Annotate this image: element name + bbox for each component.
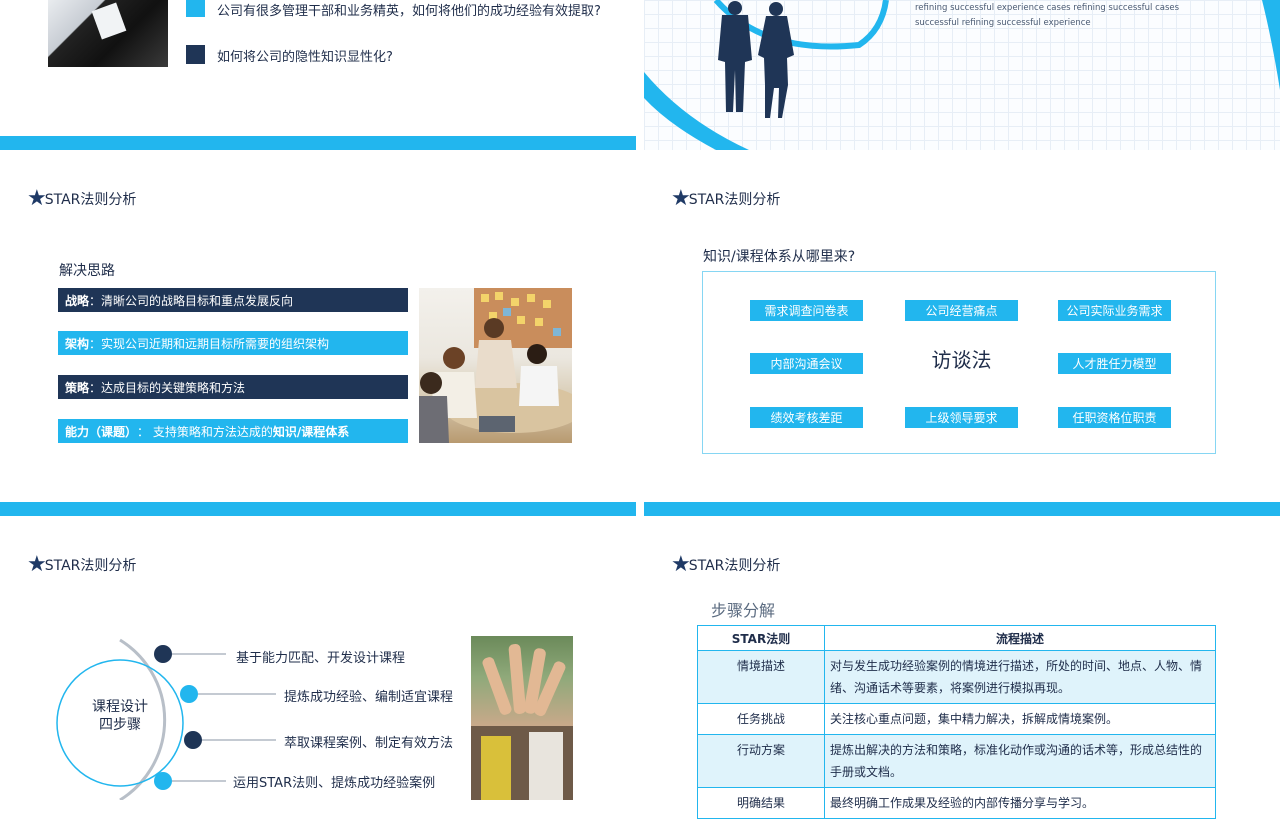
slide-2: refining successful experience cases ref…: [644, 0, 1280, 150]
table-row: 任务挑战 关注核心重点问题，集中精力解决，拆解成情境案例。: [697, 703, 1216, 735]
heading-solution: 解决思路: [59, 263, 115, 279]
step-2: 提炼成功经验、编制适宜课程: [284, 690, 454, 705]
section-title: ★ STAR法则分析: [671, 552, 781, 577]
source-internal-meeting: 内部沟通会议: [750, 353, 863, 374]
bullet-square-light: [186, 0, 205, 17]
circle-label: 课程设计 四步骤: [92, 699, 148, 733]
step-3: 萃取课程案例、制定有效方法: [284, 736, 454, 751]
table-header-row: STAR法则 流程描述: [697, 625, 1216, 651]
bar-tactics: 策略 ：达成目标的关键策略和方法: [58, 375, 408, 399]
star-method-table: STAR法则 流程描述 情境描述 对与发生成功经验案例的情境进行描述，所处的时间…: [697, 625, 1216, 819]
heading-steps: 步骤分解: [711, 601, 776, 620]
table-cell: 明确结果: [697, 787, 825, 819]
source-job-qualification: 任职资格位职责: [1058, 407, 1171, 428]
sources-box: 需求调查问卷表 公司经营痛点 公司实际业务需求 内部沟通会议 访谈法 人才胜任力…: [702, 271, 1216, 454]
question-2: 如何将公司的隐性知识显性化?: [217, 50, 393, 65]
table-cell: 任务挑战: [697, 703, 825, 735]
bullet-square-dark: [186, 45, 205, 64]
table-cell: 提炼出解决的方法和策略，标准化动作或沟通的话术等，形成总结性的手册或文档。: [824, 734, 1216, 788]
question-heading: 知识/课程体系从哪里来?: [703, 249, 856, 265]
step-4: 运用STAR法则、提炼成功经验案例: [233, 776, 436, 791]
step-dot-3: [184, 731, 202, 749]
table-row: 行动方案 提炼出解决的方法和策略，标准化动作或沟通的话术等，形成总结性的手册或文…: [697, 734, 1216, 788]
business-photo: [48, 0, 168, 67]
question-1: 公司有很多管理干部和业务精英，如何将他们的成功经验有效提取?: [217, 4, 601, 19]
meeting-photo: [419, 288, 572, 443]
bar-capability: 能力（课题）： 支持策略和方法达成的 知识/课程体系: [58, 419, 408, 443]
table-cell: 行动方案: [697, 734, 825, 788]
table-cell: 情境描述: [697, 650, 825, 704]
table-cell: 对与发生成功经验案例的情境进行描述，所处的时间、地点、人物、情绪、沟通话术等要素…: [824, 650, 1216, 704]
bottom-band: [644, 502, 1280, 516]
bar-structure: 架构 ：实现公司近期和远期目标所需要的组织架构: [58, 331, 408, 355]
english-line-1: refining successful experience cases ref…: [915, 3, 1180, 13]
source-leader-requirement: 上级领导要求: [905, 407, 1018, 428]
bottom-band: [0, 502, 636, 516]
source-pain-points: 公司经营痛点: [905, 300, 1018, 321]
teamwork-hands-photo: [471, 636, 573, 800]
slide-3: ★ STAR法则分析 解决思路 战略 ：清晰公司的战略目标和重点发展反向 架构 ：实…: [0, 150, 636, 516]
table-cell: 关注核心重点问题，集中精力解决，拆解成情境案例。: [824, 703, 1216, 735]
step-dot-4: [154, 772, 172, 790]
table-header: 流程描述: [824, 625, 1216, 651]
table-row: 明确结果 最终明确工作成果及经验的内部传播分享与学习。: [697, 787, 1216, 819]
interview-method: 访谈法: [931, 348, 992, 372]
table-header: STAR法则: [697, 625, 825, 651]
source-performance-gap: 绩效考核差距: [750, 407, 863, 428]
businesswoman-silhouette: [758, 2, 794, 118]
businessman-silhouette: [718, 1, 752, 112]
source-competency-model: 人才胜任力模型: [1058, 353, 1171, 374]
slide-1: 公司有很多管理干部和业务精英，如何将他们的成功经验有效提取? 如何将公司的隐性知…: [0, 0, 636, 150]
table-cell: 最终明确工作成果及经验的内部传播分享与学习。: [824, 787, 1216, 819]
slide-5: ★ STAR法则分析 课程设计 四步骤 基于能力匹配、开发设计课程 提炼成功经验…: [0, 516, 636, 800]
step-1: 基于能力匹配、开发设计课程: [236, 651, 406, 666]
english-line-2: successful refining successful experienc…: [915, 18, 1091, 28]
table-row: 情境描述 对与发生成功经验案例的情境进行描述，所处的时间、地点、人物、情绪、沟通…: [697, 650, 1216, 704]
step-dot-1: [154, 645, 172, 663]
section-title: ★ STAR法则分析: [27, 186, 137, 211]
source-business-needs: 公司实际业务需求: [1058, 300, 1171, 321]
bar-strategy: 战略 ：清晰公司的战略目标和重点发展反向: [58, 288, 408, 312]
section-title: ★ STAR法则分析: [671, 186, 781, 211]
bottom-band: [0, 136, 636, 150]
source-survey: 需求调查问卷表: [750, 300, 863, 321]
